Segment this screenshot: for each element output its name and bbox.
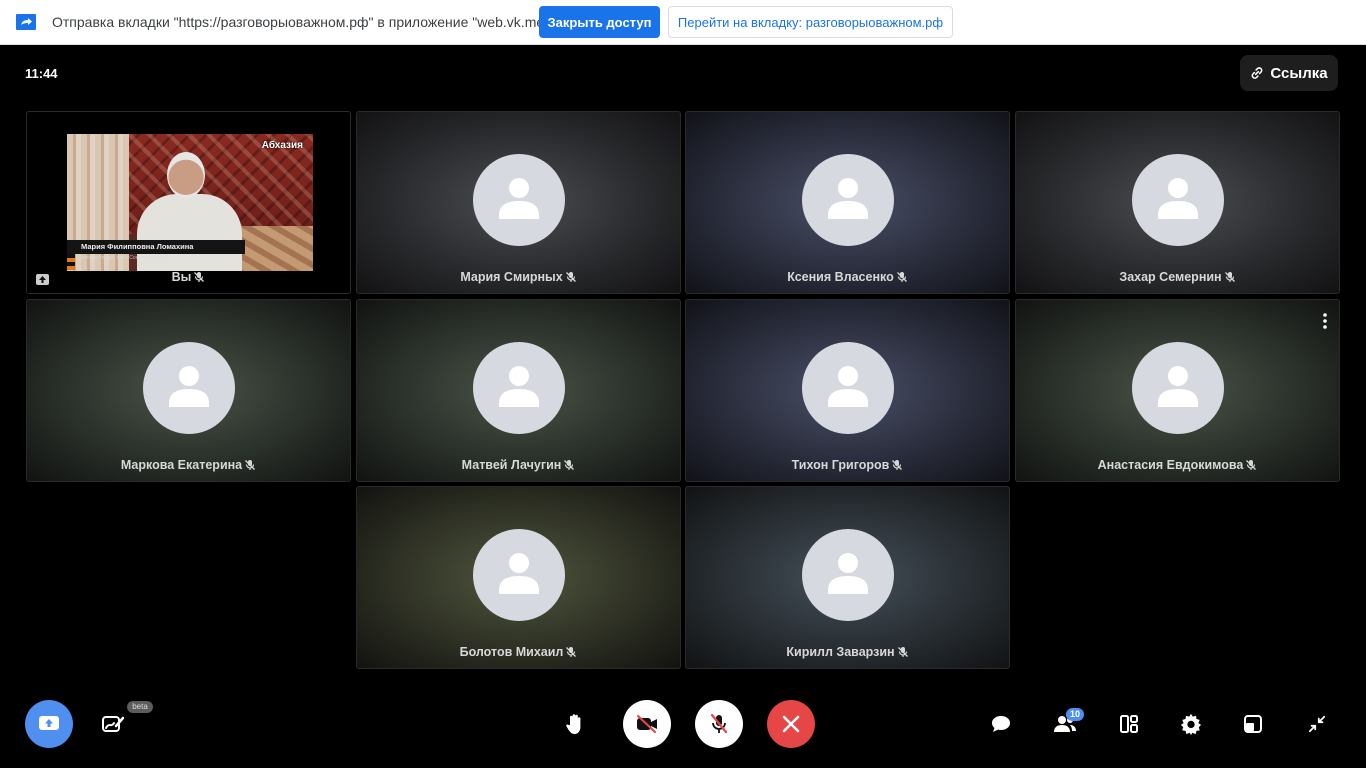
avatar bbox=[1131, 342, 1224, 434]
self-video-tile[interactable]: Абхазия Мария Филипповна Ломахина ветера… bbox=[26, 111, 351, 294]
participant-name: Мария Смирных bbox=[460, 270, 563, 284]
avatar bbox=[801, 154, 894, 246]
participant-name: Болотов Михаил bbox=[459, 645, 564, 659]
user-icon bbox=[827, 553, 868, 594]
participants-count-badge: 10 bbox=[1066, 708, 1084, 721]
participant-tile[interactable]: Болотов Михаил bbox=[356, 486, 681, 669]
more-options-icon[interactable] bbox=[1323, 313, 1327, 329]
participant-tile[interactable]: Анастасия Евдокимова bbox=[1015, 299, 1340, 482]
whiteboard-icon bbox=[102, 716, 124, 732]
avatar bbox=[142, 342, 235, 434]
user-icon bbox=[1157, 178, 1198, 219]
video-caption: Мария Филипповна Ломахина bbox=[67, 240, 245, 254]
user-icon bbox=[168, 366, 209, 407]
link-icon bbox=[1252, 67, 1263, 79]
mic-muted-icon bbox=[565, 272, 576, 282]
picture-in-picture-button[interactable] bbox=[1236, 706, 1270, 742]
participant-name: Ксения Власенко bbox=[787, 270, 894, 284]
avatar bbox=[801, 342, 894, 434]
mic-muted-icon bbox=[897, 647, 908, 657]
video-title-overlay: Абхазия bbox=[261, 140, 303, 151]
avatar bbox=[472, 529, 565, 621]
call-timer: 11:44 bbox=[25, 66, 58, 81]
screen-share-icon bbox=[39, 716, 59, 730]
participant-tile[interactable]: Кирилл Заварзин bbox=[685, 486, 1010, 669]
camera-off-icon bbox=[636, 714, 657, 734]
screen-share-button[interactable] bbox=[25, 700, 73, 748]
mic-muted-icon bbox=[566, 647, 577, 657]
participant-tile[interactable]: Захар Семернин bbox=[1015, 111, 1340, 294]
self-video-feed: Абхазия Мария Филипповна Ломахина ветера… bbox=[67, 134, 313, 271]
participant-tile[interactable]: Мария Смирных bbox=[356, 111, 681, 294]
mic-muted-icon bbox=[896, 272, 907, 282]
layout-button[interactable] bbox=[1112, 706, 1146, 742]
avatar bbox=[472, 154, 565, 246]
close-icon bbox=[782, 715, 800, 733]
settings-button[interactable] bbox=[1174, 706, 1208, 742]
participant-name: Анастасия Евдокимова bbox=[1097, 458, 1244, 472]
stop-sharing-button[interactable]: Закрыть доступ bbox=[539, 6, 660, 38]
layout-grid-icon bbox=[1120, 715, 1138, 733]
raise-hand-icon bbox=[566, 714, 581, 734]
chat-icon bbox=[992, 716, 1010, 732]
participant-name: Маркова Екатерина bbox=[120, 458, 243, 472]
go-to-tab-button[interactable]: Перейти на вкладку: разговорыоважном.рф bbox=[668, 6, 953, 38]
avatar bbox=[801, 529, 894, 621]
participant-name: Захар Семернин bbox=[1119, 270, 1222, 284]
toggle-camera-button[interactable] bbox=[623, 700, 671, 748]
beta-badge: beta bbox=[127, 701, 153, 713]
participant-name: Кирилл Заварзин bbox=[786, 645, 895, 659]
video-subcaption: ветеран труда, член Союза ветеранов bbox=[81, 255, 170, 261]
sharing-message: Отправка вкладки "https://разговорыоважн… bbox=[52, 14, 561, 30]
end-call-button[interactable] bbox=[767, 700, 815, 748]
user-icon bbox=[1157, 366, 1198, 407]
participant-tile[interactable]: Матвей Лачугин bbox=[356, 299, 681, 482]
mic-muted-icon bbox=[564, 460, 575, 470]
raise-hand-button[interactable] bbox=[557, 704, 593, 744]
tab-sharing-bar: Отправка вкладки "https://разговорыоважн… bbox=[0, 0, 1366, 45]
mic-muted-icon bbox=[1246, 460, 1257, 470]
participant-tile[interactable]: Ксения Власенко bbox=[685, 111, 1010, 294]
mic-muted-icon bbox=[1224, 272, 1235, 282]
user-icon bbox=[498, 366, 539, 407]
user-icon bbox=[827, 178, 868, 219]
participant-tile[interactable]: Маркова Екатерина bbox=[26, 299, 351, 482]
collapse-icon bbox=[1308, 715, 1326, 733]
participant-name: Тихон Григоров bbox=[791, 458, 890, 472]
copy-link-label: Ссылка bbox=[1270, 64, 1328, 82]
exit-fullscreen-button[interactable] bbox=[1300, 706, 1334, 742]
participant-tile[interactable]: Тихон Григоров bbox=[685, 299, 1010, 482]
avatar bbox=[472, 342, 565, 434]
toggle-microphone-button[interactable] bbox=[695, 700, 743, 748]
user-icon bbox=[498, 553, 539, 594]
mic-muted-icon bbox=[245, 460, 256, 470]
participant-name: Вы bbox=[171, 270, 192, 284]
chat-button[interactable] bbox=[984, 706, 1018, 742]
mic-muted-icon bbox=[194, 272, 205, 282]
share-tab-icon bbox=[16, 14, 36, 30]
whiteboard-button[interactable] bbox=[96, 704, 130, 744]
avatar bbox=[1131, 154, 1224, 246]
user-icon bbox=[827, 366, 868, 407]
gear-icon bbox=[1180, 713, 1202, 735]
copy-link-button[interactable]: Ссылка bbox=[1240, 55, 1338, 91]
user-icon bbox=[498, 178, 539, 219]
mic-muted-icon bbox=[892, 460, 903, 470]
mic-off-icon bbox=[710, 713, 728, 734]
participant-name-row: Вы bbox=[27, 270, 350, 284]
picture-in-picture-icon bbox=[1244, 715, 1262, 733]
participant-name: Матвей Лачугин bbox=[461, 458, 562, 472]
